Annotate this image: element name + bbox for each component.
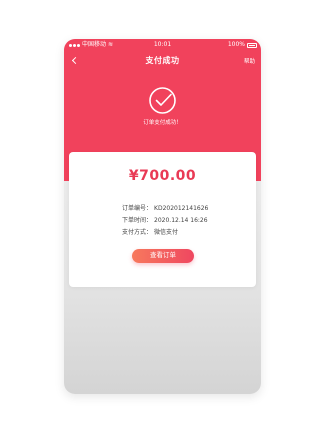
- order-card: ¥700.00 订单编号： KD202012141626 下单时间： 2020.12…: [69, 152, 256, 287]
- navbar: 支付成功 帮助: [64, 53, 261, 71]
- order-time-label: 下单时间：: [122, 217, 153, 224]
- order-time-row: 下单时间： 2020.12.14 16:26: [122, 215, 208, 227]
- payment-method-row: 支付方式： 微信支付: [122, 227, 208, 239]
- page-title: 支付成功: [145, 56, 180, 65]
- payment-method-value: 微信支付: [154, 229, 179, 236]
- battery-label: 100%: [227, 41, 245, 48]
- success-message: 订单支付成功！: [143, 120, 182, 126]
- order-number-row: 订单编号： KD202012141626: [122, 203, 208, 215]
- status-bar: 中国移动 ≋ 10:01 100%: [64, 39, 261, 51]
- order-time-value: 2020.12.14 16:26: [154, 217, 208, 224]
- help-link[interactable]: 帮助: [244, 57, 255, 65]
- status-right: 100%: [228, 39, 257, 51]
- canvas: 中国移动 ≋ 10:01 100% 支付成功 帮助 订单支付成功！ ¥700.0…: [0, 0, 324, 432]
- order-number-label: 订单编号：: [122, 205, 153, 212]
- view-order-button[interactable]: 查看订单: [132, 249, 194, 263]
- battery-icon: [247, 42, 257, 48]
- payment-method-label: 支付方式：: [122, 229, 153, 236]
- order-info: 订单编号： KD202012141626 下单时间： 2020.12.14 16:2…: [122, 203, 208, 239]
- check-circle-icon: [149, 87, 176, 114]
- phone-screen: 中国移动 ≋ 10:01 100% 支付成功 帮助 订单支付成功！ ¥700.0…: [64, 39, 261, 394]
- payment-amount: ¥700.00: [128, 168, 197, 184]
- order-number-value: KD202012141626: [154, 205, 209, 212]
